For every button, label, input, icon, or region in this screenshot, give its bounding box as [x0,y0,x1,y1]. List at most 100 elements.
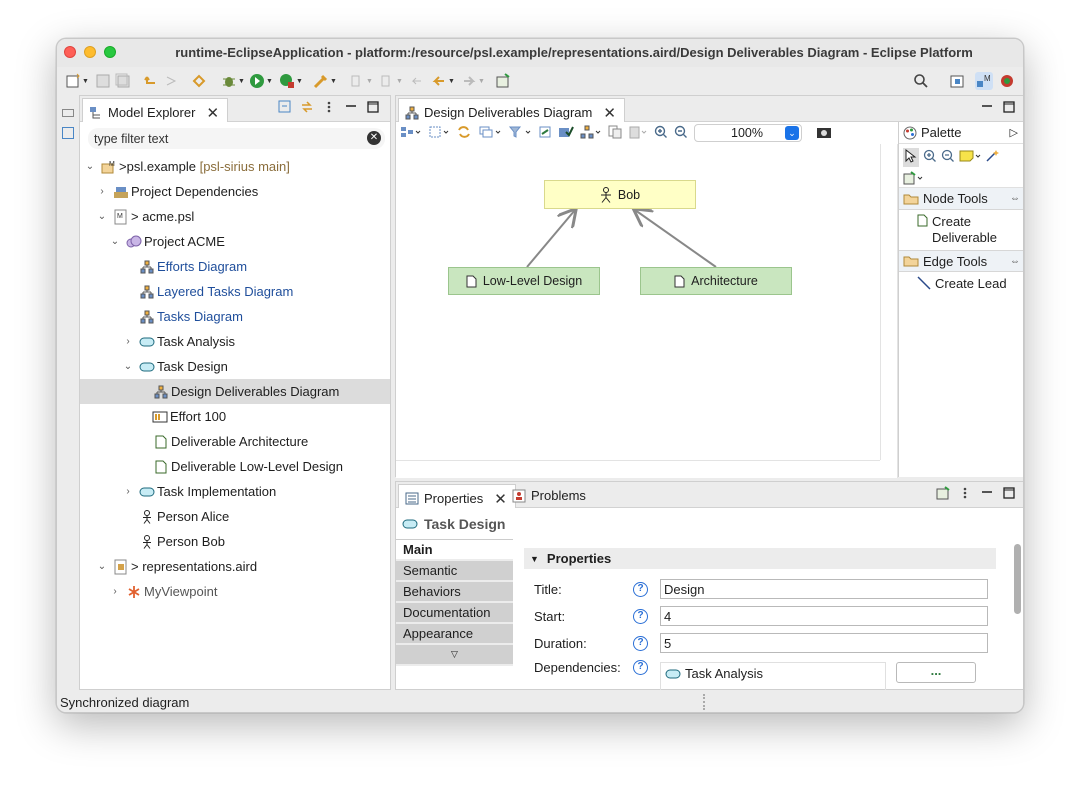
debug-icon[interactable]: ▼ [221,72,245,90]
maximize-window-button[interactable] [104,46,116,58]
title-input[interactable]: Design [660,579,988,599]
select-icon[interactable] [428,125,450,142]
last-edit-icon[interactable] [409,72,425,90]
tree-item-person-alice[interactable]: Person Alice [80,504,390,529]
edge-tools-drawer[interactable]: Edge Tools ⇔ [899,250,1023,272]
tree-item-representations-aird[interactable]: ⌄ > representations.aird [80,554,390,579]
copy-format-icon[interactable] [608,125,622,142]
collapse-all-icon[interactable] [278,100,292,114]
save-all-icon[interactable] [115,72,131,90]
chevron-down-icon[interactable]: ⌄ [785,126,799,140]
side-tab-behaviors[interactable]: Behaviors [396,582,513,603]
properties-scrollbar[interactable] [1014,540,1022,690]
help-icon[interactable]: ? [633,582,648,597]
view-menu-icon[interactable] [322,100,336,114]
paste-format-icon[interactable] [628,125,648,142]
tree-item-task-design[interactable]: ⌄ Task Design [80,354,390,379]
layers-icon[interactable] [478,125,502,142]
open-perspective-icon[interactable] [949,72,965,90]
undo-icon[interactable] [143,72,159,90]
tool-create-lead[interactable]: Create Lead [899,272,1023,295]
help-icon[interactable]: ? [633,636,648,651]
help-icon[interactable]: ? [633,609,648,624]
annotation-next-icon[interactable]: ▼ [349,72,373,90]
node-tools-drawer[interactable]: Node Tools ⇔ [899,188,1023,210]
redo-icon[interactable] [163,72,179,90]
side-tabs-scroll-down-icon[interactable]: ▽ [396,645,513,666]
minimize-icon[interactable] [344,100,358,114]
dependencies-edit-button[interactable]: ... [896,662,976,683]
tab-properties[interactable]: Properties ✕ [398,484,516,508]
link-icon[interactable] [191,72,207,90]
filters-icon[interactable] [508,125,532,142]
tree-item-tasks-diagram[interactable]: Tasks Diagram [80,304,390,329]
tab-design-deliverables-diagram[interactable]: Design Deliverables Diagram ✕ [398,98,625,122]
filter-input[interactable]: type filter text ✕ [88,128,385,149]
tree-item-psl-example[interactable]: ⌄ M > psl.example [psl-sirius main] [80,154,390,179]
side-tab-semantic[interactable]: Semantic [396,561,513,582]
annotation-prev-icon[interactable]: ▼ [379,72,403,90]
maximize-icon[interactable] [366,100,380,114]
side-tab-appearance[interactable]: Appearance [396,624,513,645]
maximize-icon[interactable] [1002,486,1016,500]
minimize-icon[interactable] [980,100,994,114]
person-node-bob[interactable]: Bob [544,180,696,209]
zoom-select[interactable]: 100% ⌄ [694,124,802,142]
external-tools-icon[interactable]: ▼ [313,72,337,90]
help-icon[interactable]: ? [633,660,648,675]
back-icon[interactable]: ▼ [431,72,455,90]
tree-item-layered-tasks-diagram[interactable]: Layered Tasks Diagram [80,279,390,304]
side-tab-documentation[interactable]: Documentation [396,603,513,624]
image-tool-icon[interactable] [903,171,1020,188]
lead-edge-low-level-design[interactable] [526,210,575,268]
camera-icon[interactable] [816,125,832,142]
tree-item-task-analysis[interactable]: › Task Analysis [80,329,390,354]
clear-filter-icon[interactable]: ✕ [367,131,381,145]
maximize-icon[interactable] [1002,100,1016,114]
close-icon[interactable]: ✕ [494,490,507,508]
snap-icon[interactable] [558,125,574,142]
select-tool-icon[interactable] [903,148,919,167]
new-window-icon[interactable] [495,72,511,90]
zoom-in-icon[interactable] [654,125,668,142]
chevron-down-icon[interactable]: ▼ [530,554,539,564]
scrollbar-thumb[interactable] [1014,544,1021,614]
new-window-icon[interactable] [936,486,950,500]
chevron-down-icon[interactable]: ⌄ [96,561,108,572]
tab-model-explorer[interactable]: Model Explorer ✕ [82,98,229,122]
minimize-window-button[interactable] [84,46,96,58]
pin-icon[interactable]: ⇔ [1010,193,1020,204]
deliverable-node-low-level-design[interactable]: Low-Level Design [448,267,600,295]
tree-item-my-viewpoint[interactable]: › MyViewpoint [80,579,390,604]
side-tab-main[interactable]: Main [396,540,513,561]
forward-icon[interactable]: ▼ [461,72,485,90]
minimize-icon[interactable] [980,486,994,500]
arrange-icon[interactable] [400,125,422,142]
run-icon[interactable]: ▼ [249,72,273,90]
view-menu-icon[interactable] [958,486,972,500]
restore-icon[interactable] [62,109,74,117]
tree-item-efforts-diagram[interactable]: Efforts Diagram [80,254,390,279]
hierarchy-icon[interactable] [580,125,602,142]
chevron-right-icon[interactable]: › [96,186,108,197]
tree-item-deliverable-architecture[interactable]: Deliverable Architecture [80,429,390,454]
palette-header[interactable]: Palette ▷ [899,122,1023,144]
tree-item-task-implementation[interactable]: › Task Implementation [80,479,390,504]
connection-tool-icon[interactable] [985,149,999,166]
pin-icon[interactable]: ⇔ [1010,256,1020,267]
tree-item-project-acme[interactable]: ⌄ Project ACME [80,229,390,254]
note-tool-icon[interactable] [959,149,981,166]
close-icon[interactable]: ✕ [206,104,219,122]
start-input[interactable]: 4 [660,606,988,626]
chevron-down-icon[interactable]: ⌄ [84,161,96,172]
properties-section-header[interactable]: ▼ Properties [524,548,996,569]
chevron-right-icon[interactable]: › [122,486,134,497]
refresh-icon[interactable] [456,125,472,142]
search-icon[interactable] [913,72,929,90]
zoom-out-tool-icon[interactable] [941,149,955,166]
tool-create-deliverable[interactable]: Create Deliverable [899,210,1023,250]
chevron-right-icon[interactable]: › [122,336,134,347]
diagram-canvas[interactable]: Bob Low-Level Design Architecture [396,144,898,478]
close-window-button[interactable] [64,46,76,58]
duration-input[interactable]: 5 [660,633,988,653]
